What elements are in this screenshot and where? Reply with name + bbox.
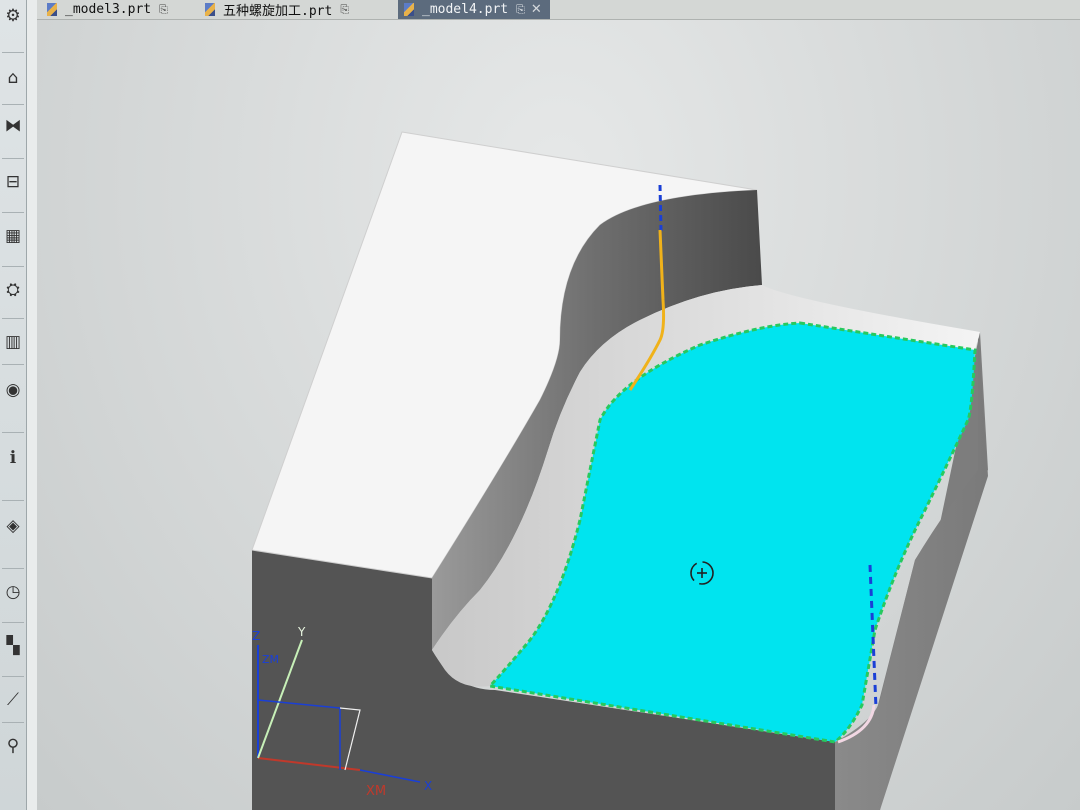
toolbar-separator bbox=[2, 158, 24, 159]
toolbar-separator bbox=[2, 266, 24, 267]
reuse-library-icon[interactable]: ▦ bbox=[1, 224, 25, 248]
toolbar-separator bbox=[2, 364, 24, 365]
part-file-icon bbox=[404, 3, 414, 16]
information-icon[interactable]: ℹ bbox=[1, 446, 25, 470]
tab-model3-label: _model3.prt bbox=[65, 2, 152, 17]
tab-model4[interactable]: _model4.prt ⎘ ✕ bbox=[398, 0, 550, 19]
resource-bar: ⚙ ⌂ ⧓ ⊟ ▦ ⛭ ▥ ◉ ℹ ◈ ◷ ▚ ⟋ ⚲ bbox=[0, 0, 27, 810]
tab-model4-pin-icon[interactable]: ⎘ bbox=[516, 3, 525, 17]
toolbar-separator bbox=[2, 676, 24, 677]
history-clock-icon[interactable]: ◷ bbox=[1, 580, 25, 604]
part-navigator-icon[interactable]: ⊟ bbox=[1, 170, 25, 194]
graphics-viewport[interactable]: Z Y ZM XM X bbox=[37, 20, 1080, 810]
tab-spiral-machining-label: 五种螺旋加工.prt bbox=[223, 4, 333, 19]
document-tab-bar: _model3.prt ⎘ 五种螺旋加工.prt ⎘ _model4.prt ⎘… bbox=[37, 0, 1080, 20]
roles-icon[interactable]: ⚲ bbox=[1, 734, 25, 758]
color-palette-icon[interactable]: ▚ bbox=[1, 634, 25, 658]
tab-spiral-machining-pin-icon[interactable]: ⎘ bbox=[340, 3, 349, 17]
triad-x-label: X bbox=[424, 779, 432, 793]
toolbar-separator bbox=[2, 52, 24, 53]
toolbar-separator bbox=[2, 104, 24, 105]
toolbar-separator bbox=[2, 622, 24, 623]
tab-model3[interactable]: _model3.prt ⎘ bbox=[47, 0, 168, 19]
triad-zm-label: ZM bbox=[262, 653, 279, 666]
toolbar-separator bbox=[2, 318, 24, 319]
assembly-navigator-icon[interactable]: ⌂ bbox=[1, 66, 25, 90]
triad-xm-label: XM bbox=[366, 784, 386, 799]
toolbar-separator bbox=[2, 722, 24, 723]
machine-tool-icon[interactable]: ⛭ bbox=[1, 278, 25, 302]
toolbar-separator bbox=[2, 212, 24, 213]
books-library-icon[interactable]: ▥ bbox=[1, 330, 25, 354]
part-file-icon bbox=[205, 3, 215, 16]
triad-y-label: Y bbox=[297, 625, 306, 639]
toolbar-separator bbox=[2, 432, 24, 433]
constraint-navigator-icon[interactable]: ⧓ bbox=[1, 114, 25, 138]
resource-bar-gap bbox=[27, 0, 37, 810]
tab-spiral-machining[interactable]: 五种螺旋加工.prt ⎘ bbox=[205, 0, 349, 19]
tab-model4-label: _model4.prt bbox=[422, 2, 509, 17]
model-view[interactable]: Z Y ZM XM X bbox=[37, 20, 1080, 810]
settings-gear-icon[interactable]: ⚙ bbox=[1, 4, 25, 28]
triad-z-label: Z bbox=[252, 629, 260, 643]
tab-model3-pin-icon[interactable]: ⎘ bbox=[159, 3, 168, 17]
toolbar-separator bbox=[2, 500, 24, 501]
measure-tool-icon[interactable]: ⟋ bbox=[1, 688, 25, 712]
eye-visibility-icon[interactable]: ◉ bbox=[1, 378, 25, 402]
toolbar-separator bbox=[2, 568, 24, 569]
web-browser-icon[interactable]: ◈ bbox=[1, 514, 25, 538]
part-file-icon bbox=[47, 3, 57, 16]
tab-model4-close-icon[interactable]: ✕ bbox=[531, 2, 542, 17]
